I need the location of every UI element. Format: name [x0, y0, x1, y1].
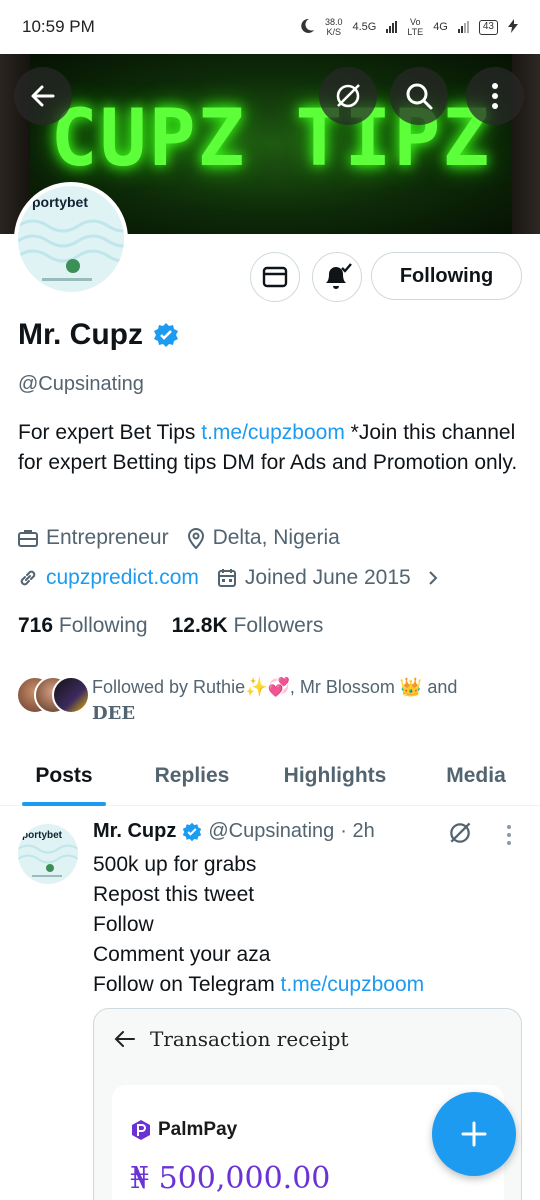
profile-handle: @Cupsinating [18, 373, 144, 395]
followed-by-avatars [16, 674, 90, 714]
profile-avatar[interactable]: portybet [14, 182, 128, 296]
battery-icon: 43 [478, 19, 498, 35]
arrow-left-icon [114, 1031, 135, 1047]
status-bar: 10:59 PM 38.0 K/S 4.5G Vo LTE 4G 43 [0, 0, 540, 54]
search-button[interactable] [390, 67, 448, 125]
signal-icon [386, 21, 398, 33]
arrow-left-icon [31, 85, 55, 107]
bell-check-icon [326, 263, 352, 289]
post-avatar-brand-text: portybet [22, 830, 62, 841]
moon-icon [299, 18, 315, 37]
website-item[interactable]: cupzpredict.com [18, 566, 199, 590]
post-author-name[interactable]: Mr. Cupz [93, 820, 176, 843]
post-grok-button[interactable] [447, 820, 473, 851]
profile-tabs: Posts Replies Highlights Media [0, 746, 540, 806]
follow-counts: 716 Following 12.8K Followers [18, 614, 323, 638]
bio-link[interactable]: t.me/cupzboom [201, 421, 345, 444]
followers-count-link[interactable]: 12.8K Followers [172, 614, 324, 638]
avatar [52, 676, 90, 714]
more-options-button[interactable] [466, 67, 524, 125]
tab-media[interactable]: Media [434, 746, 518, 806]
charging-icon [508, 18, 518, 36]
post-time: · 2h [340, 820, 375, 842]
joined-item[interactable]: Joined June 2015 [217, 566, 439, 590]
calendar-icon [217, 569, 236, 587]
message-button[interactable] [250, 252, 300, 302]
status-icons: 38.0 K/S 4.5G Vo LTE 4G 43 [299, 17, 518, 37]
receipt-amount: ₦ 500,000.00 [130, 1161, 331, 1196]
post-telegram-link[interactable]: t.me/cupzboom [281, 973, 425, 996]
network-label-1: 4.5G [352, 21, 377, 33]
grok-button[interactable] [319, 67, 377, 125]
receipt-title: Transaction receipt [150, 1027, 349, 1051]
tab-replies[interactable]: Replies [142, 746, 242, 806]
vertical-dots-icon [492, 83, 498, 109]
profile-bio: For expert Bet Tips t.me/cupzboom *Join … [18, 421, 518, 474]
post-more-button[interactable] [506, 824, 512, 851]
post-header: Mr. Cupz @Cupsinating · 2h [93, 820, 375, 843]
plus-icon [461, 1121, 487, 1147]
profession-item: Entrepreneur [18, 526, 169, 550]
briefcase-icon [18, 530, 38, 547]
name-row: Mr. Cupz [18, 318, 179, 352]
search-icon [406, 83, 433, 110]
following-count-link[interactable]: 716 Following [18, 614, 148, 638]
display-name: Mr. Cupz [18, 318, 143, 351]
post-text: 500k up for grabs Repost this tweet Foll… [93, 853, 425, 996]
compose-button[interactable] [432, 1092, 516, 1176]
following-button[interactable]: Following [371, 252, 522, 300]
post-avatar[interactable]: portybet [18, 824, 78, 884]
link-icon [20, 570, 36, 586]
post-author-handle[interactable]: @Cupsinating [208, 820, 334, 843]
palmpay-logo: PalmPay [130, 1119, 237, 1141]
meta-row-2: cupzpredict.com Joined June 2015 [18, 566, 457, 590]
vertical-dots-icon [507, 825, 511, 845]
back-button[interactable] [14, 67, 72, 125]
website-link[interactable]: cupzpredict.com [46, 566, 199, 590]
tab-posts[interactable]: Posts [22, 746, 106, 806]
notifications-button[interactable] [312, 252, 362, 302]
palmpay-icon [132, 1120, 150, 1140]
active-tab-indicator [22, 802, 106, 806]
grok-icon [450, 822, 471, 843]
status-time: 10:59 PM [22, 17, 95, 36]
envelope-icon [262, 266, 288, 288]
location-pin-icon [187, 528, 204, 549]
grok-icon [336, 84, 360, 108]
avatar-brand-text: portybet [32, 194, 88, 210]
signal-icon-2 [457, 21, 469, 33]
net-speed: 38.0 K/S [324, 17, 343, 37]
verified-badge-icon [154, 323, 178, 347]
tab-highlights[interactable]: Highlights [272, 746, 398, 806]
location-item: Delta, Nigeria [187, 526, 340, 550]
network-label-2: 4G [433, 21, 448, 33]
followed-by[interactable]: Followed by Ruthie✨💞, Mr Blossom 👑 and D… [16, 674, 512, 727]
meta-row-1: Entrepreneur Delta, Nigeria [18, 526, 358, 550]
chevron-right-icon [429, 571, 438, 585]
volte-label: Vo LTE [407, 17, 424, 37]
verified-badge-icon [183, 822, 202, 841]
